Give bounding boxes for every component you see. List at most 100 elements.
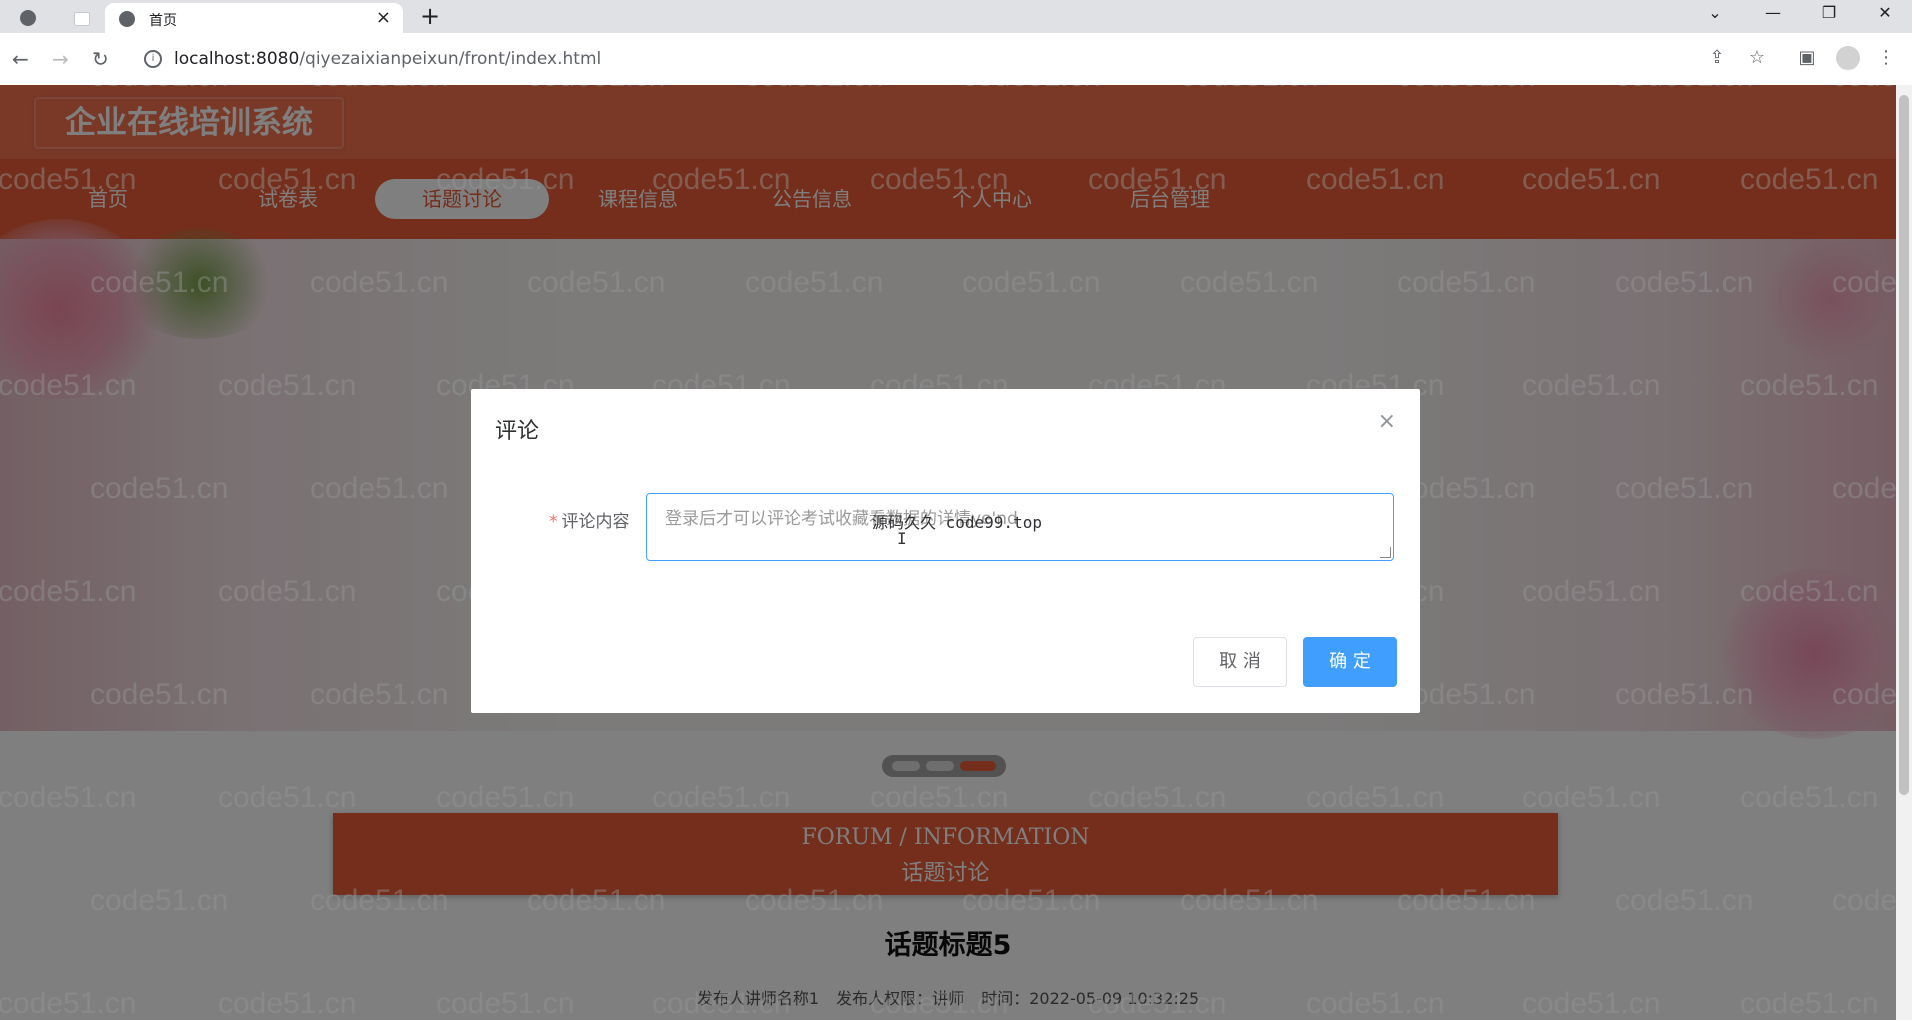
- watermark-text: code51.cn: [1306, 781, 1445, 814]
- watermark-text: code51.cn: [218, 163, 357, 196]
- pinned-tab-1[interactable]: [8, 5, 44, 31]
- watermark-text: code51.cn: [436, 781, 575, 814]
- watermark-text: code51.cn: [310, 266, 449, 299]
- watermark-text: code51.cn: [1832, 884, 1896, 917]
- watermark-text: code51.cn: [1615, 266, 1754, 299]
- profile-avatar-icon[interactable]: [1836, 46, 1860, 70]
- watermark-text: code51.cn: [652, 163, 791, 196]
- watermark-text: code51.cn: [1615, 884, 1754, 917]
- watermark-text: code51.cn: [1740, 987, 1879, 1020]
- watermark-text: code51.cn: [652, 987, 791, 1020]
- reload-icon[interactable]: ↻: [92, 47, 109, 71]
- share-icon[interactable]: ⇪: [1707, 47, 1727, 68]
- watermark-text: code51.cn: [436, 163, 575, 196]
- watermark-text: code51.cn: [1740, 369, 1879, 402]
- address-bar: ← → ↻ i localhost:8080/qiyezaixianpeixun…: [0, 33, 1912, 86]
- watermark-text: code51.cn: [310, 884, 449, 917]
- watermark-text: code51.cn: [1740, 781, 1879, 814]
- watermark-text: code51.cn: [1832, 472, 1896, 505]
- watermark-text: code51.cn: [90, 472, 229, 505]
- watermark-text: code51.cn: [652, 781, 791, 814]
- text-cursor-icon: I: [897, 529, 907, 548]
- watermark-text: code51.cn: [745, 85, 883, 94]
- watermark-text: code51.cn: [1088, 163, 1227, 196]
- watermark-text: code51.cn: [1832, 266, 1896, 299]
- close-window-button[interactable]: ✕: [1862, 3, 1908, 22]
- watermark-text: code51.cn: [1088, 987, 1227, 1020]
- watermark-text: code51.cn: [90, 85, 228, 94]
- watermark-text: code51.cn: [218, 781, 357, 814]
- watermark-text: code51.cn: [962, 884, 1101, 917]
- close-icon[interactable]: ×: [1378, 409, 1396, 434]
- watermark-text: code51.cn: [1306, 987, 1445, 1020]
- restore-button[interactable]: ❐: [1806, 3, 1852, 22]
- page-scrollbar[interactable]: [1896, 85, 1912, 1020]
- watermark-text: code51.cn: [1180, 266, 1319, 299]
- watermark-text: code51.cn: [1615, 678, 1754, 711]
- watermark-text: code51.cn: [0, 575, 137, 608]
- forward-arrow-icon[interactable]: →: [52, 47, 69, 71]
- watermark-text: code51.cn: [1740, 575, 1879, 608]
- watermark-text: code51.cn: [1522, 575, 1661, 608]
- more-menu-icon[interactable]: ⋮: [1876, 47, 1896, 68]
- watermark-text: code51.cn: [1522, 163, 1661, 196]
- minimize-button[interactable]: —: [1750, 3, 1796, 22]
- url-field[interactable]: i localhost:8080/qiyezaixianpeixun/front…: [132, 42, 1752, 74]
- watermark-text: code51.cn: [90, 884, 229, 917]
- watermark-text: code51.cn: [870, 781, 1009, 814]
- tab-search-chevron-icon[interactable]: ⌄: [1692, 3, 1738, 22]
- site-info-icon[interactable]: i: [144, 50, 162, 68]
- globe-icon: [20, 10, 36, 26]
- watermark-text: code51.cn: [218, 987, 357, 1020]
- watermark-text: code51.cn: [745, 266, 884, 299]
- cancel-button[interactable]: 取 消: [1193, 637, 1287, 687]
- watermark-text: code51.cn: [1615, 85, 1753, 94]
- new-tab-button[interactable]: +: [420, 2, 440, 30]
- watermark-text: code51.cn: [1306, 163, 1445, 196]
- pinned-tab-2[interactable]: [62, 5, 98, 31]
- watermark-text: code51.cn: [1397, 884, 1536, 917]
- watermark-text: code51.cn: [527, 884, 666, 917]
- watermark-text: code51.cn: [310, 472, 449, 505]
- watermark-text: code51.cn: [1832, 85, 1896, 94]
- watermark-text: code51.cn: [0, 163, 137, 196]
- close-tab-icon[interactable]: ×: [376, 7, 391, 28]
- sidebar-panel-icon[interactable]: ▣: [1797, 47, 1817, 68]
- watermark-text: code51.cn: [962, 266, 1101, 299]
- bookmark-star-icon[interactable]: ☆: [1747, 47, 1767, 68]
- watermark-text: code51.cn: [0, 369, 137, 402]
- watermark-text: code51.cn: [0, 781, 137, 814]
- browser-tab-strip: 首页 × + ⌄ — ❐ ✕: [0, 0, 1912, 33]
- watermark-text: code51.cn: [527, 266, 666, 299]
- watermark-text: code51.cn: [310, 85, 448, 94]
- watermark-text: code51.cn: [1180, 85, 1318, 94]
- comment-dialog: 评论 × * 评论内容 登录后才可以评论考试收藏看数据的详情ye'nd 源码久久 …: [471, 389, 1420, 713]
- watermark-text: code51.cn: [1740, 163, 1879, 196]
- watermark-text: code51.cn: [870, 987, 1009, 1020]
- watermark-text: code51.cn: [1615, 472, 1754, 505]
- watermark-text: code51.cn: [90, 678, 229, 711]
- watermark-text: code51.cn: [90, 266, 229, 299]
- watermark-text: code51.cn: [1397, 85, 1535, 94]
- watermark-text: code51.cn: [745, 884, 884, 917]
- page-icon: [74, 12, 90, 26]
- globe-icon: [119, 11, 135, 27]
- watermark-text: code51.cn: [436, 987, 575, 1020]
- watermark-text: code51.cn: [1832, 678, 1896, 711]
- watermark-text: code51.cn: [962, 85, 1100, 94]
- back-arrow-icon[interactable]: ←: [12, 47, 29, 71]
- watermark-text: code51.cn: [310, 678, 449, 711]
- watermark-text: code51.cn: [1397, 266, 1536, 299]
- comment-textarea[interactable]: 登录后才可以评论考试收藏看数据的详情ye'nd 源码久久 code99.top …: [646, 493, 1394, 561]
- watermark-text: code51.cn: [218, 575, 357, 608]
- scrollbar-thumb[interactable]: [1899, 95, 1909, 795]
- page-viewport: 企业在线培训系统 首页 试卷表 话题讨论 课程信息 公告信息 个人中心 后台管理…: [0, 85, 1896, 1020]
- watermark-text: code51.cn: [1522, 987, 1661, 1020]
- confirm-button[interactable]: 确 定: [1303, 637, 1397, 687]
- resize-handle-icon[interactable]: [1380, 547, 1391, 558]
- watermark-text: code51.cn: [1088, 781, 1227, 814]
- active-tab[interactable]: 首页 ×: [105, 3, 403, 33]
- comment-field-label: * 评论内容: [549, 512, 630, 532]
- watermark-text: code51.cn: [1522, 369, 1661, 402]
- watermark-text: code51.cn: [870, 163, 1009, 196]
